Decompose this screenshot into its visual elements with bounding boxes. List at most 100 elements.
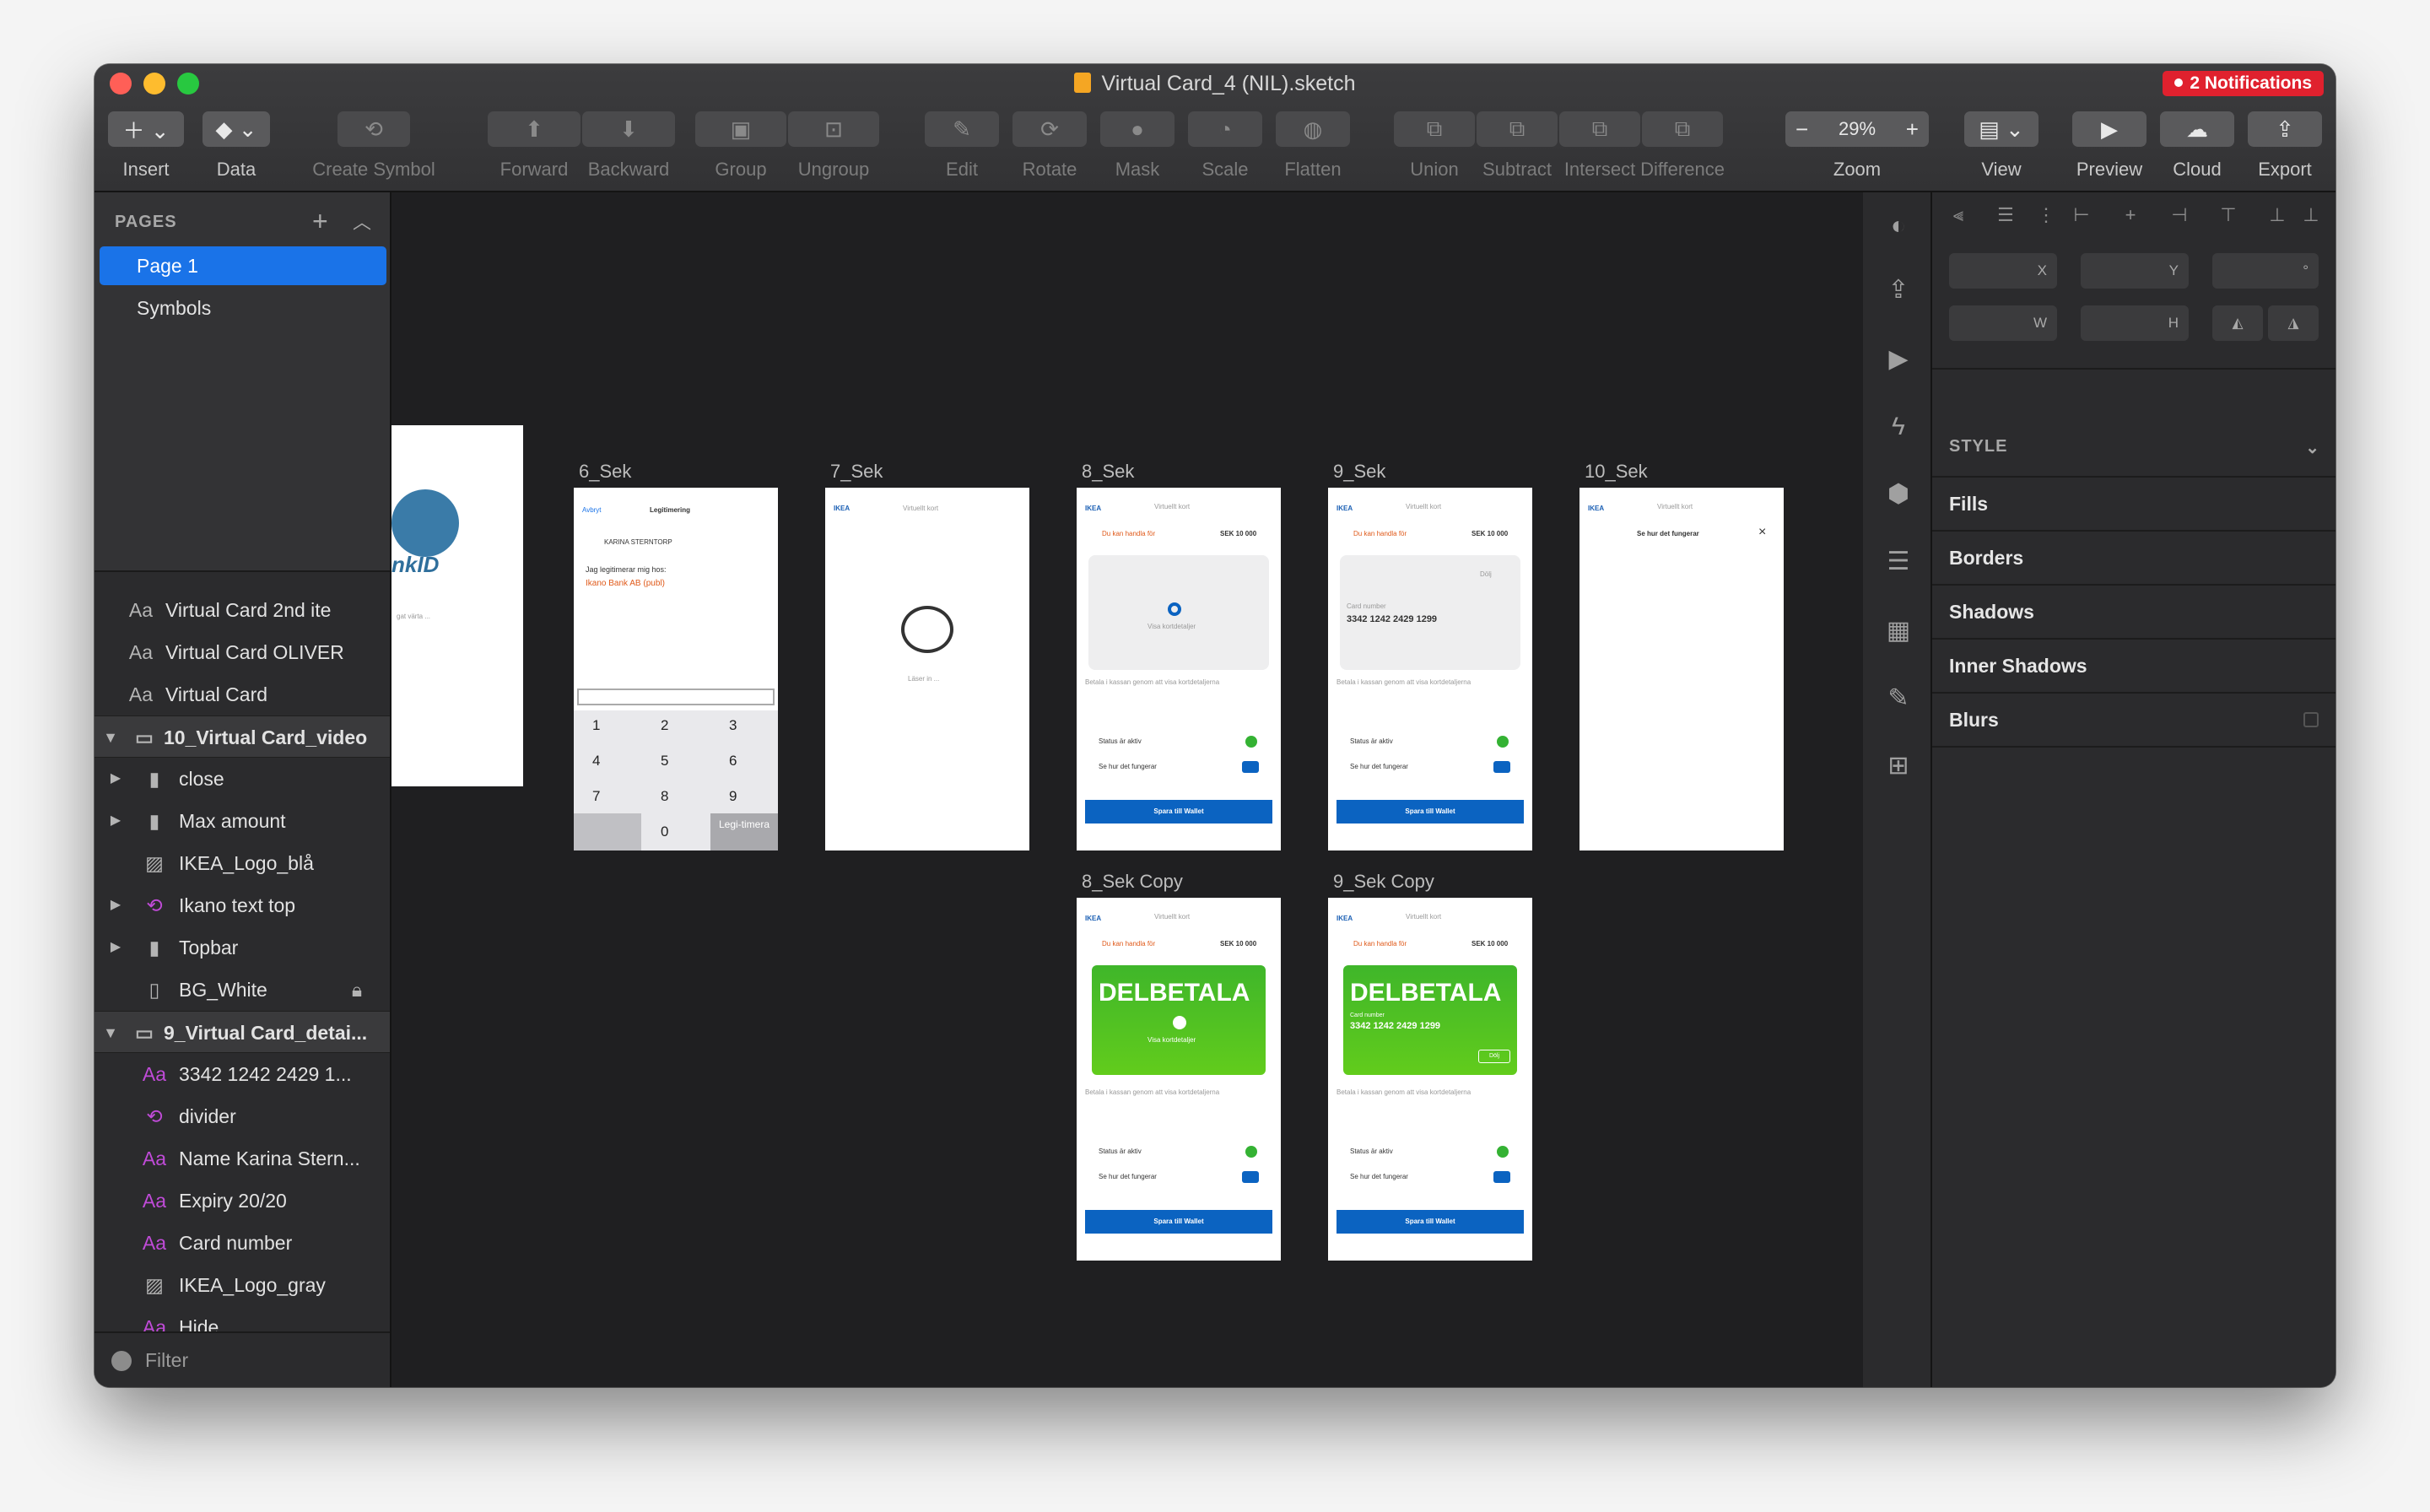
filter-bar[interactable]: Filter <box>94 1331 390 1387</box>
intersect-button[interactable]: ⧉ <box>1559 111 1640 147</box>
artboard-label-9-copy[interactable]: 9_Sek Copy <box>1333 871 1434 893</box>
align-top-icon[interactable]: ⊤ <box>2217 204 2239 226</box>
artboard-8-sek-copy[interactable]: IKEA Virtuellt kort Du kan handla för SE… <box>1077 898 1281 1261</box>
align-h-center-icon[interactable]: + <box>2120 204 2141 226</box>
disclosure-triangle-icon[interactable]: ▶ <box>103 884 128 926</box>
layer-item[interactable]: Aa Card number <box>94 1222 390 1264</box>
style-header[interactable]: STYLE ⌄ <box>1949 437 2320 458</box>
chevron-down-icon[interactable]: ⌄ <box>2305 437 2320 458</box>
view-button[interactable]: ▤ ⌄ <box>1964 111 2038 147</box>
inner-shadows-section[interactable]: Inner Shadows <box>1949 655 2320 678</box>
borders-section[interactable]: Borders <box>1949 547 2320 570</box>
y-field[interactable]: Y <box>2081 253 2189 289</box>
layer-item[interactable]: Aa Virtual Card 2nd ite <box>94 589 390 631</box>
flip-horizontal-icon[interactable]: ◭ <box>2212 305 2263 341</box>
group-button[interactable]: ▣ <box>695 111 786 147</box>
layer-item[interactable]: ▨ IKEA_Logo_gray <box>94 1264 390 1306</box>
zoom-control[interactable]: − 29% + <box>1785 111 1929 147</box>
artboard-8-sek[interactable]: IKEA Virtuellt kort Du kan handla för SE… <box>1077 488 1281 850</box>
page-item-page-1[interactable]: Page 1 <box>100 246 386 285</box>
preview-button[interactable]: ▶ <box>2072 111 2146 147</box>
align-right-edge-icon[interactable]: ⊣ <box>2168 204 2190 226</box>
artboard-label-8-copy[interactable]: 8_Sek Copy <box>1082 871 1183 893</box>
edit-button[interactable]: ✎ <box>925 111 999 147</box>
chevron-up-icon[interactable]: ︿ <box>353 208 371 235</box>
flatten-button[interactable]: ◍ <box>1276 111 1350 147</box>
layer-item[interactable]: Aa Name Karina Stern... <box>94 1137 390 1180</box>
zoom-out-icon[interactable]: − <box>1796 116 1808 143</box>
layer-item[interactable]: ▮ ▶ Topbar <box>94 926 390 969</box>
scale-button[interactable]: ◔ <box>1188 111 1262 147</box>
list-icon[interactable]: ☰ <box>1882 545 1915 579</box>
zoom-in-icon[interactable]: + <box>1906 116 1919 143</box>
align-left-icon[interactable]: ⫷ <box>1947 204 1969 226</box>
data-button[interactable]: ◆ ⌄ <box>202 111 270 147</box>
layer-item[interactable]: ▮ ▶ Max amount <box>94 800 390 842</box>
export-button[interactable]: ⇪ <box>2248 111 2322 147</box>
align-left-edge-icon[interactable]: ⊢ <box>2071 204 2092 226</box>
layer-item[interactable]: Aa 3342 1242 2429 1... <box>94 1053 390 1095</box>
forward-button[interactable]: ⬆ <box>488 111 580 147</box>
align-bottom-icon[interactable]: ⊥ <box>2300 204 2322 226</box>
edit-image-icon[interactable]: ✎ <box>1882 682 1915 716</box>
distribute-icon[interactable]: ⋮ <box>2035 204 2057 226</box>
artboard-10-sek[interactable]: IKEA Virtuellt kort Se hur det fungerar … <box>1580 488 1784 850</box>
artboard-label-6[interactable]: 6_Sek <box>579 461 631 483</box>
insert-button[interactable]: ＋ ⌄ <box>108 111 184 147</box>
layer-item[interactable]: ⟲ divider <box>94 1095 390 1137</box>
artboard-9-sek[interactable]: IKEA Virtuellt kort Du kan handla för SE… <box>1328 488 1532 850</box>
notifications-badge[interactable]: 2 Notifications <box>2163 71 2324 96</box>
blurs-section[interactable]: Blurs <box>1949 709 2320 732</box>
align-center-icon[interactable]: ☰ <box>1995 204 2017 226</box>
layer-item[interactable]: ▮ ▶ close <box>94 758 390 800</box>
artboard-label-9[interactable]: 9_Sek <box>1333 461 1385 483</box>
create-symbol-button[interactable]: ⟲ <box>338 111 410 147</box>
backward-button[interactable]: ⬇ <box>582 111 675 147</box>
union-button[interactable]: ⧉ <box>1394 111 1475 147</box>
layer-item[interactable]: ⟲ ▶ Ikano text top <box>94 884 390 926</box>
plugin-logo-icon[interactable]: ◐ <box>1882 209 1915 243</box>
layer-item[interactable]: Aa Virtual Card OLIVER <box>94 631 390 673</box>
disclosure-triangle-icon[interactable]: ▶ <box>103 758 128 800</box>
rotation-field[interactable]: ° <box>2212 253 2319 289</box>
mask-button[interactable]: ● <box>1100 111 1174 147</box>
x-field[interactable]: X <box>1949 253 2057 289</box>
disclosure-triangle-icon[interactable]: ▶ <box>103 800 128 842</box>
layer-group[interactable]: ▭ ▼ 10_Virtual Card_video <box>94 716 390 758</box>
layer-item[interactable]: Aa Expiry 20/20 <box>94 1180 390 1222</box>
rotate-button[interactable]: ⟳ <box>1012 111 1087 147</box>
layer-item[interactable]: ▯ BG_White 🔒︎ <box>94 969 390 1011</box>
hexagon-icon[interactable]: ⬢ <box>1882 478 1915 511</box>
blur-checkbox[interactable] <box>2303 712 2319 727</box>
upload-icon[interactable]: ⇪ <box>1882 273 1915 307</box>
shadows-section[interactable]: Shadows <box>1949 601 2320 624</box>
add-page-icon[interactable]: + <box>312 206 328 237</box>
difference-button[interactable]: ⧉ <box>1642 111 1723 147</box>
play-icon[interactable]: ▶ <box>1882 343 1915 376</box>
layer-group[interactable]: ▭ ▼ 9_Virtual Card_detai... <box>94 1011 390 1053</box>
fills-section[interactable]: Fills <box>1949 493 2320 516</box>
ungroup-button[interactable]: ⊡ <box>788 111 879 147</box>
layer-item[interactable]: Aa Virtual Card <box>94 673 390 716</box>
cloud-button[interactable]: ☁ <box>2160 111 2234 147</box>
artboard-7-sek[interactable]: IKEA Virtuellt kort Läser in ... <box>825 488 1029 850</box>
artboard-9-sek-copy[interactable]: IKEA Virtuellt kort Du kan handla för SE… <box>1328 898 1532 1261</box>
flip-vertical-icon[interactable]: ◮ <box>2268 305 2319 341</box>
disclosure-triangle-icon[interactable]: ▼ <box>98 716 123 757</box>
add-image-icon[interactable]: ⊞ <box>1882 749 1915 783</box>
disclosure-triangle-icon[interactable]: ▼ <box>98 1012 123 1052</box>
artboard-label-7[interactable]: 7_Sek <box>830 461 883 483</box>
lightning-icon[interactable]: ϟ <box>1882 410 1915 444</box>
grid-icon[interactable]: ▦ <box>1882 614 1915 648</box>
canvas[interactable]: nkID gat värta ... 6_Sek Avbryt Legitime… <box>392 192 1863 1387</box>
artboard-6-sek[interactable]: Avbryt Legitimering KARINA STERNTORP Jag… <box>574 488 778 850</box>
subtract-button[interactable]: ⧉ <box>1477 111 1558 147</box>
artboard-bankid[interactable]: nkID gat värta ... <box>392 425 523 786</box>
lock-icon[interactable]: 🔒︎ <box>344 969 370 1011</box>
page-item-symbols[interactable]: Symbols <box>100 289 386 327</box>
align-middle-icon[interactable]: ⊥ <box>2266 204 2288 226</box>
layer-item[interactable]: ▨ IKEA_Logo_blå <box>94 842 390 884</box>
artboard-label-8[interactable]: 8_Sek <box>1082 461 1134 483</box>
disclosure-triangle-icon[interactable]: ▶ <box>103 926 128 969</box>
width-field[interactable]: W <box>1949 305 2057 341</box>
